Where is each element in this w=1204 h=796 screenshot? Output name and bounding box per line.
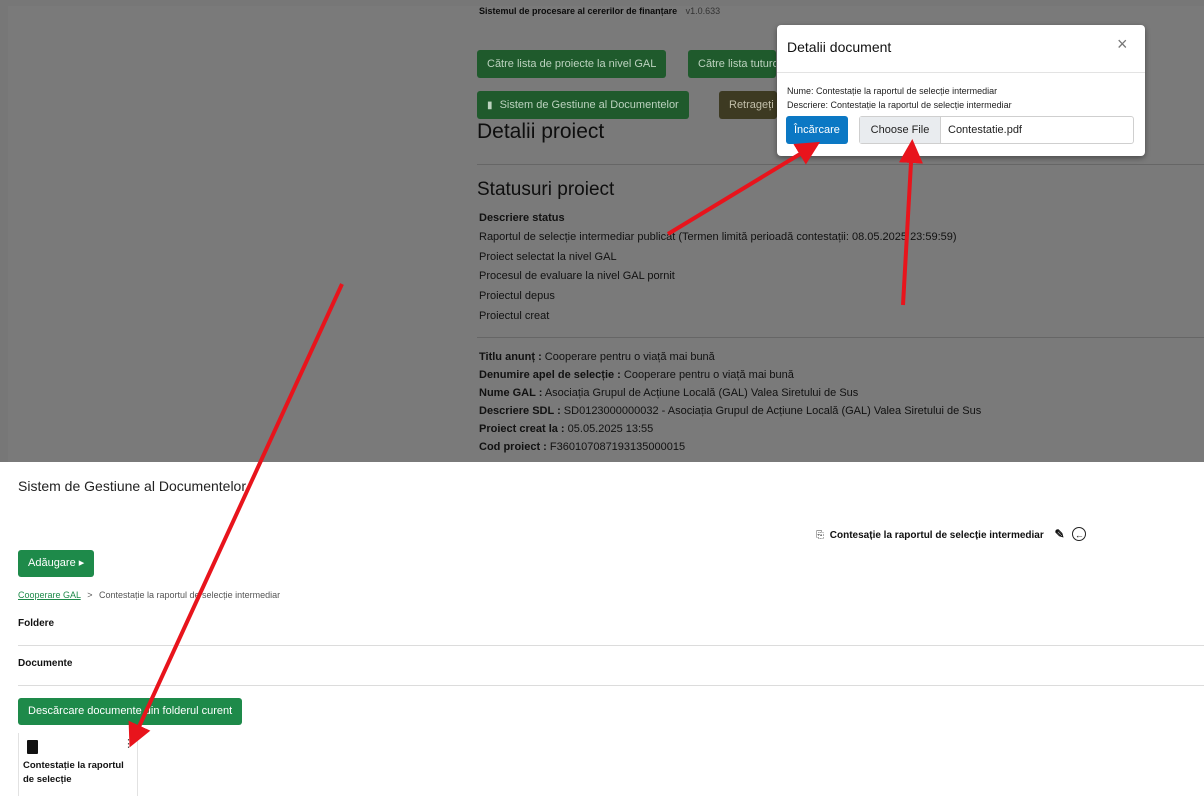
annotation-arrows xyxy=(128,139,923,748)
arrow-to-choose-file xyxy=(899,139,923,306)
arrow-to-upload xyxy=(666,141,821,236)
arrow-to-document-card xyxy=(128,283,344,748)
